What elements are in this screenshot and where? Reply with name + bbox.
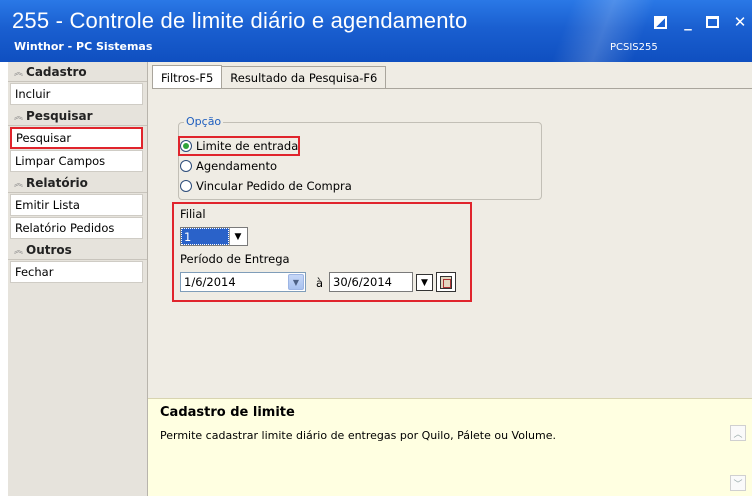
button-label: Relatório Pedidos	[15, 221, 115, 235]
chevron-down-icon[interactable]: ▼	[288, 274, 304, 290]
description-text: Permite cadastrar limite diário de entre…	[160, 429, 556, 442]
radio-vincular-pedido[interactable]: Vincular Pedido de Compra	[180, 178, 352, 194]
button-label: Fechar	[15, 265, 54, 279]
main-panel: Filtros-F5 Resultado da Pesquisa-F6 Opçã…	[148, 62, 752, 496]
tab-filtros[interactable]: Filtros-F5	[152, 65, 223, 89]
description-panel: Cadastro de limite Permite cadastrar lim…	[148, 398, 752, 496]
chevron-up-icon: ︽	[14, 68, 24, 78]
button-label: Pesquisar	[16, 131, 72, 145]
calendar-icon	[440, 275, 452, 289]
radio-label: Agendamento	[196, 159, 277, 173]
tab-bar: Filtros-F5 Resultado da Pesquisa-F6	[152, 65, 387, 89]
periodo-separator: à	[316, 276, 324, 290]
section-title: Pesquisar	[26, 108, 93, 123]
section-title: Relatório	[26, 175, 88, 190]
tab-resultado[interactable]: Resultado da Pesquisa-F6	[221, 66, 387, 88]
restore-icon[interactable]	[654, 14, 670, 30]
chevron-up-icon: ︽	[14, 179, 24, 189]
section-pesquisar[interactable]: ︽ Pesquisar	[8, 106, 147, 126]
filters-tab-content: Opção Limite de entrada Agendamento Vinc…	[152, 88, 752, 398]
chevron-down-icon[interactable]: ▼	[416, 274, 433, 291]
filial-value: 1	[181, 228, 229, 245]
pesquisar-button[interactable]: Pesquisar	[10, 127, 143, 149]
section-cadastro[interactable]: ︽ Cadastro	[8, 62, 147, 82]
periodo-label: Período de Entrega	[180, 252, 290, 266]
fechar-button[interactable]: Fechar	[10, 261, 143, 283]
close-icon[interactable]: ✕	[732, 14, 748, 30]
program-code: PCSIS255	[610, 42, 658, 53]
button-label: Emitir Lista	[15, 198, 80, 212]
relatorio-pedidos-button[interactable]: Relatório Pedidos	[10, 217, 143, 239]
sidebar: ︽ Cadastro Incluir ︽ Pesquisar Pesquisar…	[8, 62, 148, 496]
description-title: Cadastro de limite	[160, 405, 295, 420]
end-date-value: 30/6/2014	[333, 275, 392, 289]
filial-select[interactable]: 1 ▼	[180, 227, 248, 246]
button-label: Incluir	[15, 87, 51, 101]
radio-icon	[180, 180, 192, 192]
opcao-label: Opção	[184, 115, 224, 128]
minimize-icon[interactable]: _	[680, 14, 696, 30]
chevron-up-icon: ︽	[14, 246, 24, 256]
window-subtitle: Winthor - PC Sistemas	[14, 40, 153, 53]
periodo-end-field[interactable]: 30/6/2014	[329, 272, 413, 292]
incluir-button[interactable]: Incluir	[10, 83, 143, 105]
radio-agendamento[interactable]: Agendamento	[180, 158, 277, 174]
section-title: Outros	[26, 242, 72, 257]
section-title: Cadastro	[26, 64, 87, 79]
maximize-icon[interactable]	[706, 14, 722, 30]
window-controls: _ ✕	[654, 14, 752, 34]
section-relatorio[interactable]: ︽ Relatório	[8, 173, 147, 193]
calendar-button[interactable]	[436, 272, 456, 292]
scroll-down-icon[interactable]: ﹀	[730, 475, 746, 491]
button-label: Limpar Campos	[15, 154, 106, 168]
radio-label: Limite de entrada	[196, 139, 299, 153]
chevron-down-icon[interactable]: ▼	[229, 228, 246, 245]
radio-label: Vincular Pedido de Compra	[196, 179, 352, 193]
chevron-up-icon: ︽	[14, 112, 24, 122]
radio-checked-icon	[180, 140, 192, 152]
section-outros[interactable]: ︽ Outros	[8, 240, 147, 260]
limpar-campos-button[interactable]: Limpar Campos	[10, 150, 143, 172]
radio-limite-entrada[interactable]: Limite de entrada	[180, 138, 298, 154]
scroll-up-icon[interactable]: ︿	[730, 425, 746, 441]
periodo-start-field[interactable]: 1/6/2014 ▼	[180, 272, 306, 292]
title-bar: 255 - Controle de limite diário e agenda…	[0, 0, 752, 62]
emitir-lista-button[interactable]: Emitir Lista	[10, 194, 143, 216]
window-title: 255 - Controle de limite diário e agenda…	[12, 8, 468, 33]
radio-icon	[180, 160, 192, 172]
filial-label: Filial	[180, 207, 206, 221]
start-date-value: 1/6/2014	[184, 275, 236, 289]
